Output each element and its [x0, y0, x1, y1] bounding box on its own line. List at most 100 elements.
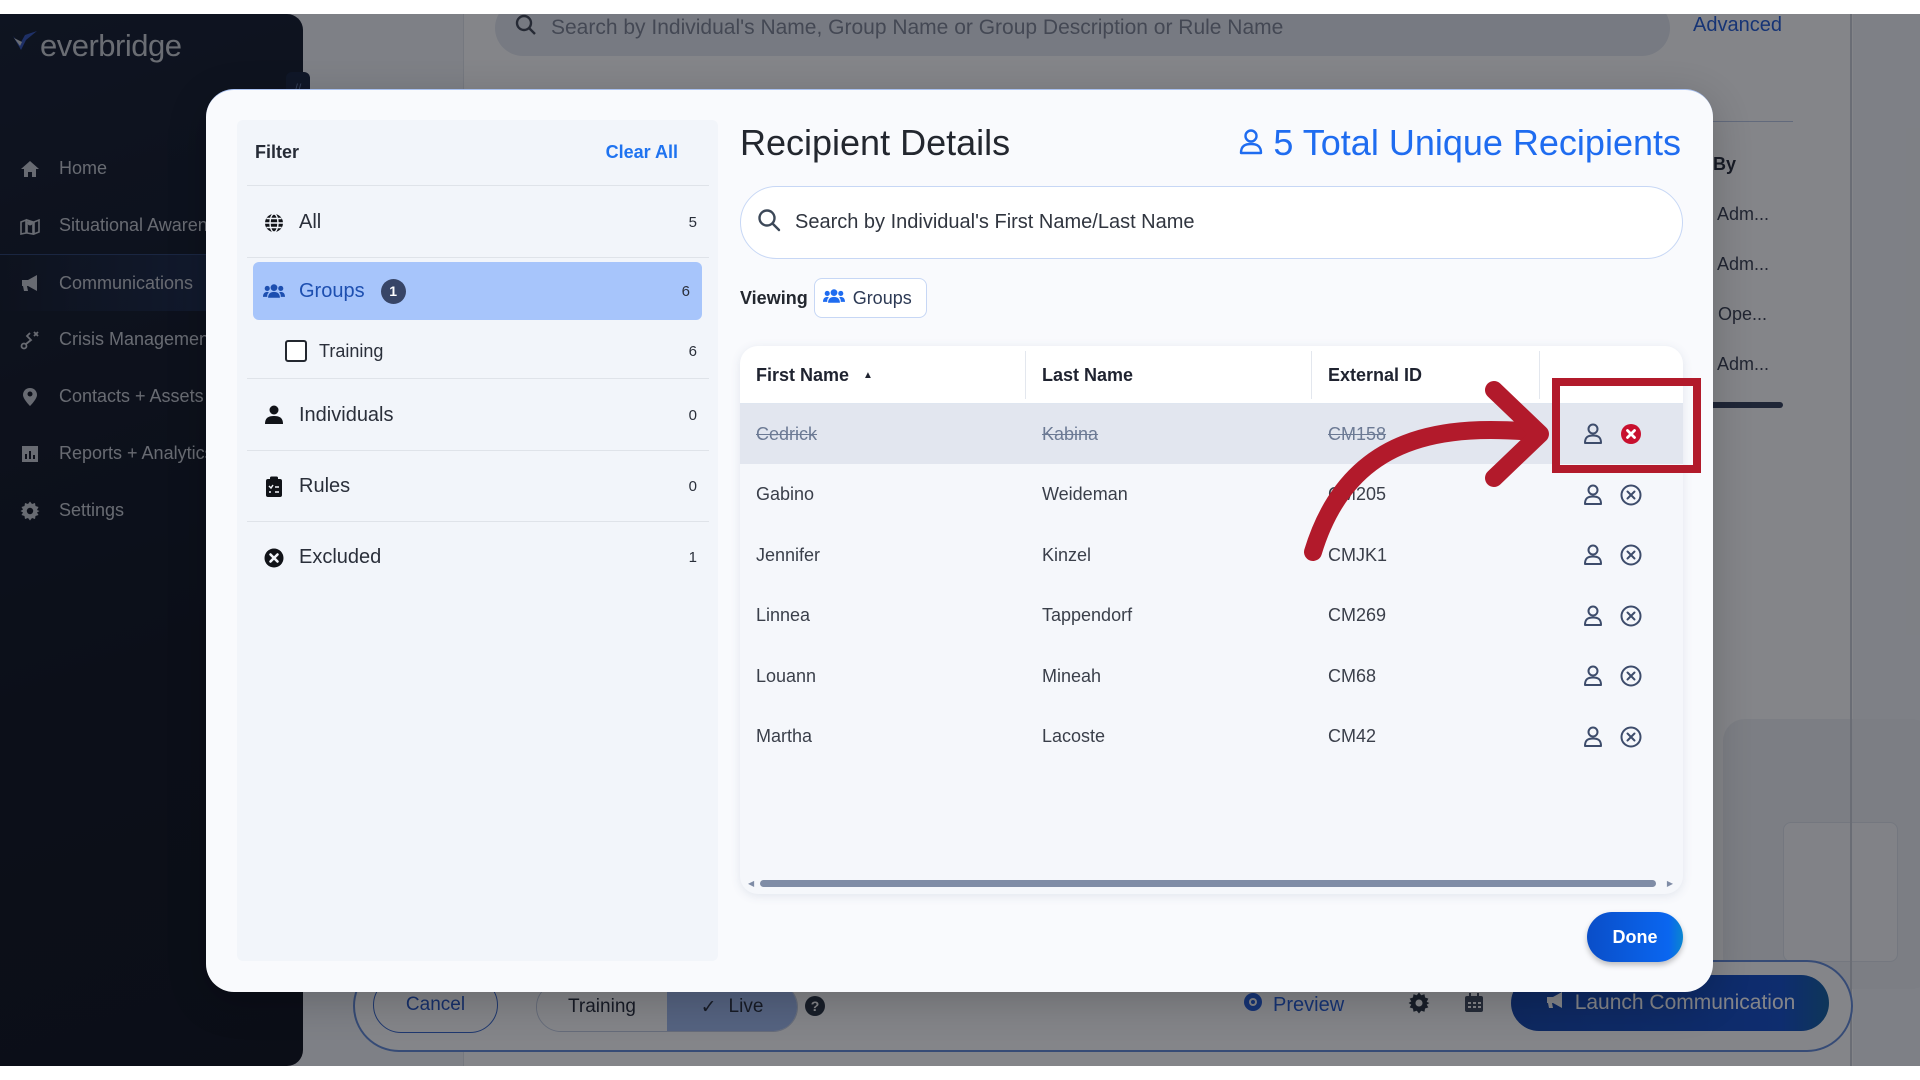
cell-first-name: Cedrick — [756, 423, 818, 444]
table-row[interactable]: Linnea Tappendorf CM269 — [740, 586, 1683, 646]
viewing-indicator: Viewing Groups — [740, 278, 927, 318]
filter-item-label: All — [299, 211, 322, 233]
group-option-label: Training — [319, 340, 384, 361]
column-header-actions — [1540, 346, 1683, 404]
clipboard-icon — [263, 475, 285, 497]
globe-icon — [263, 212, 285, 234]
viewing-groups-chip[interactable]: Groups — [813, 278, 927, 318]
sort-ascending-icon: ▲ — [863, 369, 873, 381]
viewing-chip-label: Groups — [852, 287, 912, 308]
column-header-external-id[interactable]: External ID — [1312, 351, 1540, 399]
exclude-recipient-icon[interactable] — [1619, 483, 1643, 507]
cell-external-id: CMJK1 — [1328, 544, 1388, 565]
cell-last-name: Kabina — [1042, 423, 1099, 444]
filter-item-count: 5 — [688, 214, 697, 231]
exclude-recipient-icon[interactable] — [1619, 543, 1643, 567]
training-checkbox[interactable] — [285, 340, 307, 362]
recipients-table: First Name ▲ Last Name External ID Cedri… — [740, 346, 1683, 894]
filter-item-rules[interactable]: Rules 0 — [247, 451, 709, 522]
row-actions — [1581, 465, 1643, 525]
exclude-recipient-icon[interactable] — [1619, 604, 1643, 628]
search-icon — [757, 208, 781, 237]
cell-external-id: CM269 — [1328, 605, 1387, 625]
viewing-label: Viewing — [740, 287, 808, 308]
filter-item-excluded[interactable]: Excluded 1 — [247, 522, 709, 593]
row-actions — [1581, 646, 1643, 706]
scrollbar-thumb[interactable] — [760, 880, 1656, 887]
view-contact-icon[interactable] — [1581, 422, 1605, 446]
filter-item-count: 6 — [681, 282, 690, 300]
filter-item-all[interactable]: All 5 — [247, 188, 709, 258]
view-contact-icon[interactable] — [1581, 483, 1605, 507]
total-recipients-count: 5 Total Unique Recipients — [1239, 122, 1681, 164]
scroll-left-arrow-icon[interactable]: ◀ — [748, 879, 754, 888]
filter-item-label: Groups — [299, 279, 365, 302]
column-header-label: Last Name — [1042, 364, 1134, 385]
table-header: First Name ▲ Last Name External ID — [740, 346, 1683, 404]
include-recipient-icon[interactable] — [1619, 422, 1643, 446]
cell-last-name: Lacoste — [1042, 726, 1106, 746]
table-row[interactable]: Gabino Weideman CM205 — [740, 465, 1683, 525]
users-icon — [263, 280, 285, 302]
cell-last-name: Tappendorf — [1042, 605, 1133, 625]
scroll-right-arrow-icon[interactable]: ▶ — [1667, 879, 1673, 888]
cell-last-name: Mineah — [1042, 665, 1102, 686]
row-actions — [1581, 404, 1643, 464]
divider — [247, 378, 709, 379]
view-contact-icon[interactable] — [1581, 543, 1605, 567]
filter-item-individuals[interactable]: Individuals 0 — [247, 380, 709, 451]
clear-all-link[interactable]: Clear All — [606, 142, 678, 163]
individual-search-field[interactable] — [740, 186, 1683, 259]
exclude-recipient-icon[interactable] — [1619, 725, 1643, 749]
users-icon — [822, 288, 845, 309]
filter-item-label: Rules — [299, 474, 351, 497]
user-outline-icon — [1239, 122, 1263, 164]
cell-external-id: CM205 — [1328, 484, 1387, 504]
filter-item-groups[interactable]: Groups 1 6 — [253, 262, 702, 320]
column-header-label: First Name — [756, 364, 850, 385]
cell-first-name: Linnea — [756, 605, 811, 625]
row-actions — [1581, 707, 1643, 767]
table-row[interactable]: Martha Lacoste CM42 — [740, 707, 1683, 767]
table-row[interactable]: Louann Mineah CM68 — [740, 646, 1683, 706]
cell-last-name: Kinzel — [1042, 544, 1092, 565]
filter-item-count: 1 — [688, 549, 697, 566]
column-header-label: External ID — [1328, 364, 1423, 385]
view-contact-icon[interactable] — [1581, 664, 1605, 688]
row-actions — [1581, 525, 1643, 585]
cell-first-name: Martha — [756, 726, 813, 746]
exclude-recipient-icon[interactable] — [1619, 664, 1643, 688]
view-contact-icon[interactable] — [1581, 725, 1605, 749]
cell-first-name: Louann — [756, 665, 817, 686]
table-row[interactable]: Jennifer Kinzel CMJK1 — [740, 525, 1683, 585]
group-option-training[interactable]: Training 6 — [247, 324, 709, 378]
filter-item-count: 0 — [688, 477, 697, 495]
filter-item-label: Individuals — [299, 403, 394, 426]
view-contact-icon[interactable] — [1581, 604, 1605, 628]
total-recipients-label: 5 Total Unique Recipients — [1273, 122, 1681, 163]
table-horizontal-scrollbar[interactable]: ◀ ▶ — [748, 878, 1673, 888]
user-icon — [263, 404, 285, 426]
filter-panel: Filter Clear All All 5 Groups 1 6 Traini… — [237, 120, 718, 961]
filter-title: Filter — [255, 142, 300, 162]
cell-first-name: Jennifer — [756, 544, 821, 565]
individual-search-input[interactable] — [795, 211, 1655, 234]
recipient-details-modal: Filter Clear All All 5 Groups 1 6 Traini… — [206, 89, 1713, 992]
cell-external-id: CM42 — [1328, 726, 1377, 746]
cell-last-name: Weideman — [1042, 484, 1128, 504]
filter-header: Filter Clear All — [247, 120, 709, 186]
cell-first-name: Gabino — [756, 484, 815, 504]
x-circle-icon — [263, 547, 285, 569]
selected-count-badge: 1 — [380, 278, 406, 304]
column-header-first-name[interactable]: First Name ▲ — [740, 351, 1026, 399]
table-row[interactable]: Cedrick Kabina CM158 — [740, 404, 1683, 464]
screen: everbridge // Home Situational Awareness… — [0, 0, 1920, 1080]
group-option-count: 6 — [688, 342, 697, 360]
filter-item-label: Excluded — [299, 546, 382, 568]
filter-item-count: 0 — [688, 406, 697, 424]
row-actions — [1581, 586, 1643, 646]
done-button[interactable]: Done — [1587, 912, 1683, 962]
cell-external-id: CM68 — [1328, 665, 1377, 686]
cell-external-id: CM158 — [1328, 423, 1387, 444]
column-header-last-name[interactable]: Last Name — [1026, 351, 1312, 399]
